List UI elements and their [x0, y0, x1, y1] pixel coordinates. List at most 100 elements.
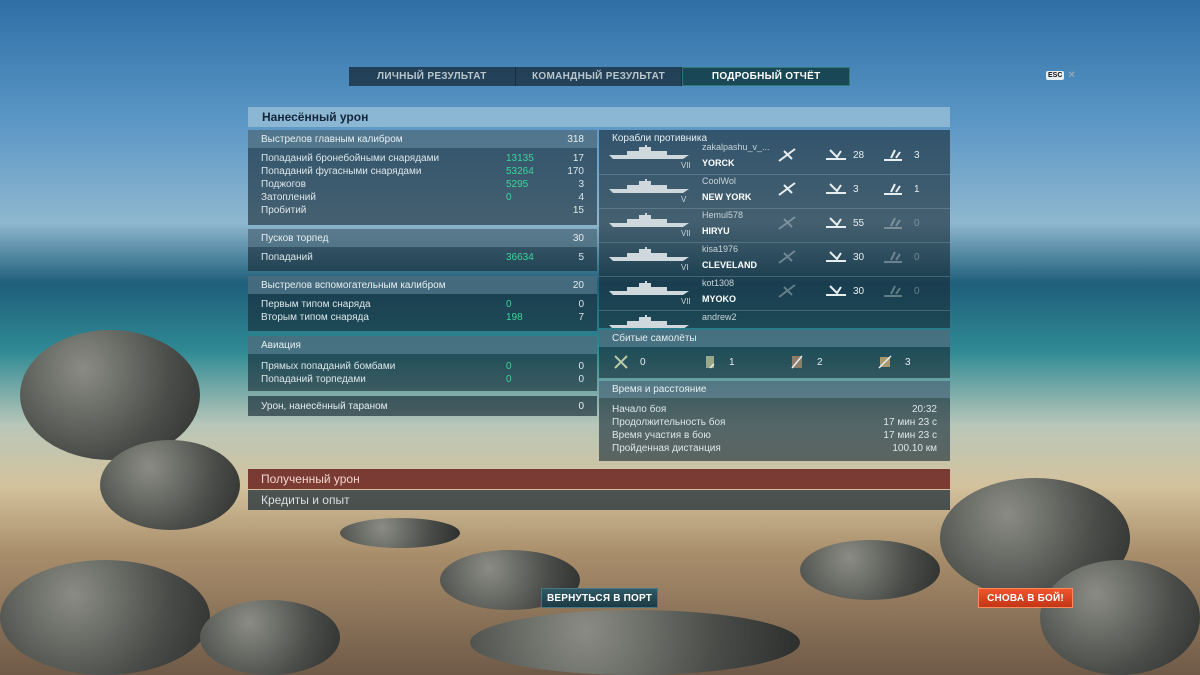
- ship-damage-b: 0: [914, 286, 920, 297]
- ram-value: 0: [578, 400, 584, 412]
- secondary-battery-block: Выстрелов вспомогательным калибром 20 Пе…: [248, 276, 597, 331]
- enemy-ship-row: VII Hemul578 HIRYU 55 0: [599, 209, 950, 243]
- enemy-ship-row: VII zakalpashu_v_... YORCK 28 3: [599, 141, 950, 175]
- shell-hit-icon: [825, 215, 847, 231]
- time-row: Продолжительность боя 17 мин 23 с: [612, 417, 937, 428]
- shell-hit-icon: [825, 181, 847, 197]
- ship-silhouette-icon: [609, 179, 689, 193]
- time-distance-block: Время и расстояние Начало боя 20:32 Продо…: [599, 381, 950, 461]
- fighter-count: 0: [640, 357, 646, 368]
- ship-damage-b: 0: [914, 218, 920, 229]
- stat-row: Поджогов 5295 3: [261, 179, 584, 190]
- shell-hit-icon: [825, 249, 847, 265]
- ship-silhouette-icon: [609, 247, 689, 261]
- hit-splash-icon: [776, 147, 798, 163]
- player-name: kisa1976: [702, 244, 739, 254]
- tab-personal-result[interactable]: ЛИЧНЫЙ РЕЗУЛЬТАТ: [349, 67, 516, 86]
- planes-shot-header: Сбитые самолёты: [599, 330, 950, 347]
- ship-damage-a: 30: [853, 286, 865, 297]
- tab-detailed-report[interactable]: ПОДРОБНЫЙ ОТЧЁТ: [682, 67, 851, 86]
- return-to-port-button[interactable]: ВЕРНУТЬСЯ В ПОРТ: [541, 588, 658, 608]
- ship-tier: VII: [681, 229, 691, 238]
- enemy-column: Корабли противника VII zakalpashu_v_... YO…: [599, 128, 950, 469]
- bomber-count: 1: [729, 357, 735, 368]
- planes-shot-block: Сбитые самолёты 0 1 2 3: [599, 330, 950, 378]
- enemy-ship-list: VII zakalpashu_v_... YORCK 28 3 V CoolWol NEW Y…: [599, 141, 950, 328]
- damage-received-bar[interactable]: Полученный урон: [248, 469, 950, 489]
- fire-icon: [882, 181, 904, 197]
- secondary-label: Выстрелов вспомогательным калибром: [261, 279, 446, 291]
- ship-name: CLEVELAND: [702, 260, 758, 270]
- player-name: zakalpashu_v_...: [702, 142, 770, 152]
- stat-row: Попаданий бронебойными снарядами 13135 17: [261, 153, 584, 164]
- stat-row: Попаданий 36634 5: [261, 252, 584, 263]
- tab-team-result[interactable]: КОМАНДНЫЙ РЕЗУЛЬТАТ: [515, 67, 683, 86]
- main-battery-block: Выстрелов главным калибром 318 Попаданий…: [248, 130, 597, 225]
- time-row: Время участия в бою 17 мин 23 с: [612, 430, 937, 441]
- main-battery-value: 318: [567, 133, 584, 145]
- hit-splash-icon: [776, 249, 798, 265]
- shell-hit-icon: [825, 283, 847, 299]
- ship-silhouette-icon: [609, 281, 689, 295]
- spotter-count: 3: [905, 357, 911, 368]
- ship-name: HIRYU: [702, 226, 730, 236]
- time-distance-header: Время и расстояние: [599, 381, 950, 398]
- ship-damage-a: 55: [853, 218, 865, 229]
- stat-row: Попаданий торпедами 0 0: [261, 374, 584, 385]
- esc-close-button[interactable]: ESC ✕: [1046, 70, 1076, 81]
- torpedoes-label: Пусков торпед: [261, 232, 329, 244]
- ship-silhouette-icon: [609, 145, 689, 159]
- stat-row: Первым типом снаряда 0 0: [261, 299, 584, 310]
- ship-damage-b: 1: [914, 184, 920, 195]
- torpedoes-value: 30: [572, 232, 584, 244]
- stat-row: Прямых попаданий бомбами 0 0: [261, 361, 584, 372]
- main-battery-header: Выстрелов главным калибром 318: [248, 130, 597, 148]
- enemy-ships-block: Корабли противника VII zakalpashu_v_... YO…: [599, 130, 950, 328]
- enemy-ship-row: V CoolWol NEW YORK 3 1: [599, 175, 950, 209]
- stat-row: Попаданий фугасными снарядами 53264 170: [261, 166, 584, 177]
- enemy-ship-row: andrew2: [599, 311, 950, 328]
- ship-tier: VI: [681, 263, 689, 272]
- torpedoes-block: Пусков торпед 30 Попаданий 36634 5: [248, 229, 597, 271]
- hit-splash-icon: [776, 181, 798, 197]
- ship-damage-a: 3: [853, 184, 859, 195]
- close-icon[interactable]: ✕: [1067, 70, 1075, 81]
- secondary-value: 20: [572, 279, 584, 291]
- ship-name: MYOKO: [702, 294, 737, 304]
- torpedo-bomber-count: 2: [817, 357, 823, 368]
- battle-again-button[interactable]: СНОВА В БОЙ!: [978, 588, 1073, 608]
- stat-row: Вторым типом снаряда 198 7: [261, 312, 584, 323]
- player-name: Hemul578: [702, 210, 744, 220]
- player-name: andrew2: [702, 312, 737, 322]
- bomber-icon: [706, 356, 715, 369]
- fire-icon: [882, 249, 904, 265]
- fire-icon: [882, 147, 904, 163]
- fighter-icon: [614, 355, 628, 369]
- fire-icon: [882, 215, 904, 231]
- ship-silhouette-icon: [609, 213, 689, 227]
- hit-splash-icon: [776, 215, 798, 231]
- ship-tier: VII: [681, 297, 691, 306]
- ship-damage-a: 28: [853, 150, 865, 161]
- aviation-label: Авиация: [261, 339, 301, 351]
- time-row: Пройденная дистанция 100.10 км: [612, 443, 937, 454]
- esc-key-label: ESC: [1046, 71, 1065, 80]
- ship-damage-b: 0: [914, 252, 920, 263]
- ship-damage-b: 3: [914, 150, 920, 161]
- ship-damage-a: 30: [853, 252, 865, 263]
- ship-tier: VII: [681, 161, 691, 170]
- player-name: kot1308: [702, 278, 735, 288]
- ship-name: YORCK: [702, 158, 735, 168]
- credits-experience-bar[interactable]: Кредиты и опыт: [248, 490, 950, 510]
- spotter-icon: [878, 355, 892, 369]
- hit-splash-icon: [776, 283, 798, 299]
- fire-icon: [882, 283, 904, 299]
- shell-hit-icon: [825, 147, 847, 163]
- player-name: CoolWol: [702, 176, 736, 186]
- result-tabs: ЛИЧНЫЙ РЕЗУЛЬТАТ КОМАНДНЫЙ РЕЗУЛЬТАТ ПОД…: [349, 67, 851, 86]
- ship-tier: V: [681, 195, 687, 204]
- damage-dealt-header[interactable]: Нанесённый урон: [248, 107, 950, 127]
- ram-label: Урон, нанесённый тараном: [261, 400, 388, 412]
- detailed-report-panel: Нанесённый урон Выстрелов главным калибр…: [248, 107, 950, 507]
- enemy-ship-row: VII kot1308 MYOKO 30 0: [599, 277, 950, 311]
